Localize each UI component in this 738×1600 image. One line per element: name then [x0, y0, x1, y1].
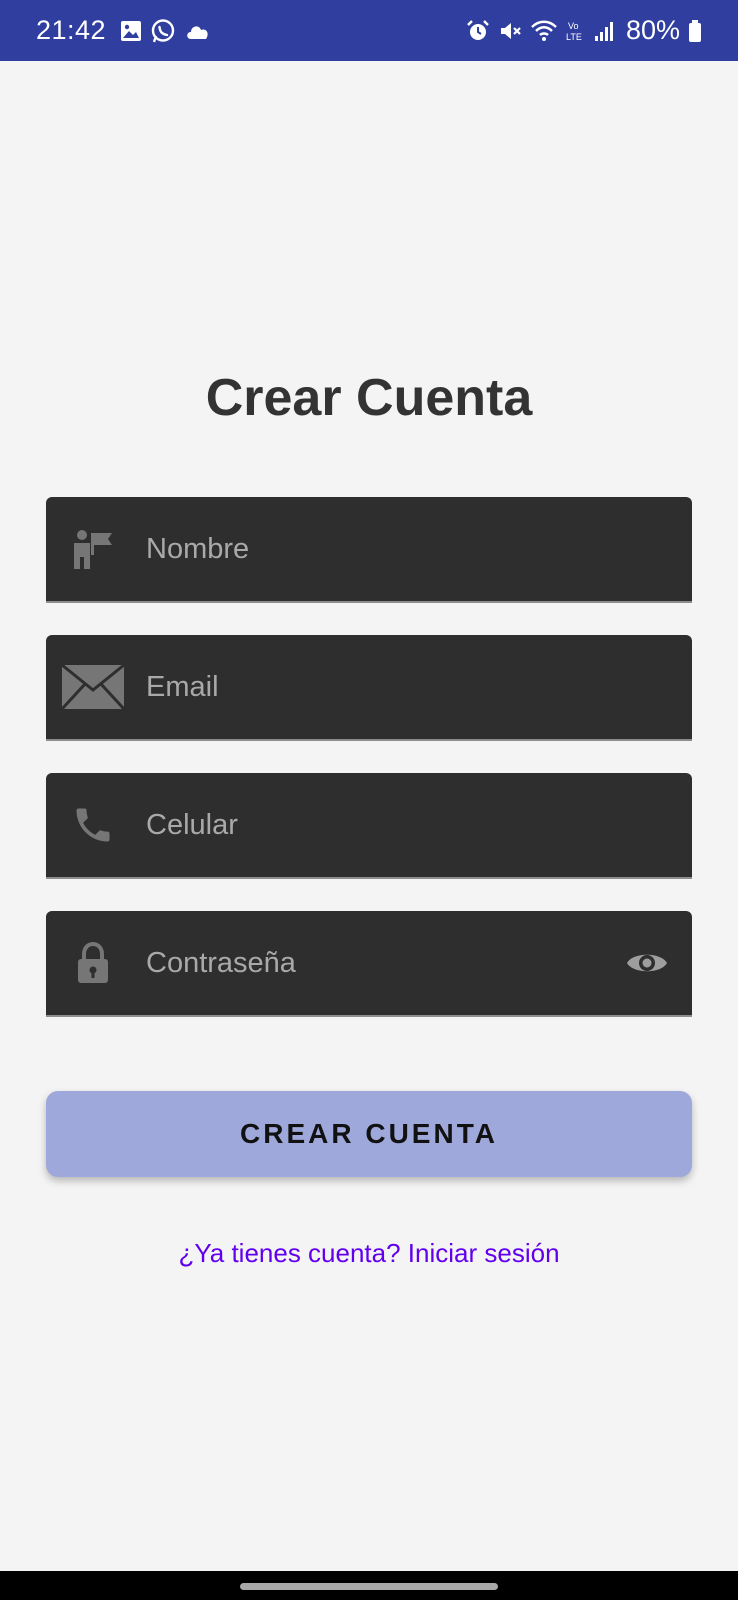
signal-icon	[594, 20, 616, 42]
email-input[interactable]	[146, 635, 626, 739]
alarm-icon	[466, 19, 490, 43]
svg-text:Vo: Vo	[568, 21, 579, 31]
home-handle[interactable]	[240, 1583, 498, 1590]
battery-percent: 80%	[625, 15, 680, 45]
name-field[interactable]	[46, 497, 692, 603]
password-input[interactable]	[146, 911, 626, 1015]
phone-field[interactable]	[46, 773, 692, 879]
envelope-icon	[60, 635, 126, 739]
svg-text:LTE: LTE	[566, 32, 582, 42]
mute-icon	[498, 19, 522, 43]
status-left: 21:42	[36, 15, 212, 46]
name-input[interactable]	[146, 497, 626, 601]
status-bar: 21:42 Vo LTE 80%	[0, 0, 738, 61]
lock-icon	[60, 911, 126, 1015]
phone-input[interactable]	[146, 773, 626, 877]
phone-icon	[60, 773, 126, 877]
wifi-icon	[530, 19, 558, 43]
cloud-icon	[184, 21, 212, 41]
status-time: 21:42	[36, 15, 107, 45]
email-field[interactable]	[46, 635, 692, 741]
navigation-bar	[0, 1571, 738, 1600]
page-title: Crear Cuenta	[205, 369, 533, 427]
user-flag-icon	[60, 497, 126, 601]
image-icon	[120, 20, 142, 42]
volte-icon: Vo LTE	[566, 19, 586, 43]
login-link[interactable]: ¿Ya tienes cuenta? Iniciar sesión	[0, 1238, 738, 1269]
create-account-button[interactable]: CREAR CUENTA	[46, 1091, 692, 1177]
whatsapp-icon	[150, 18, 176, 44]
battery-icon	[688, 19, 702, 43]
eye-icon[interactable]	[622, 911, 672, 1015]
password-field[interactable]	[46, 911, 692, 1017]
status-right: Vo LTE 80%	[466, 15, 702, 46]
